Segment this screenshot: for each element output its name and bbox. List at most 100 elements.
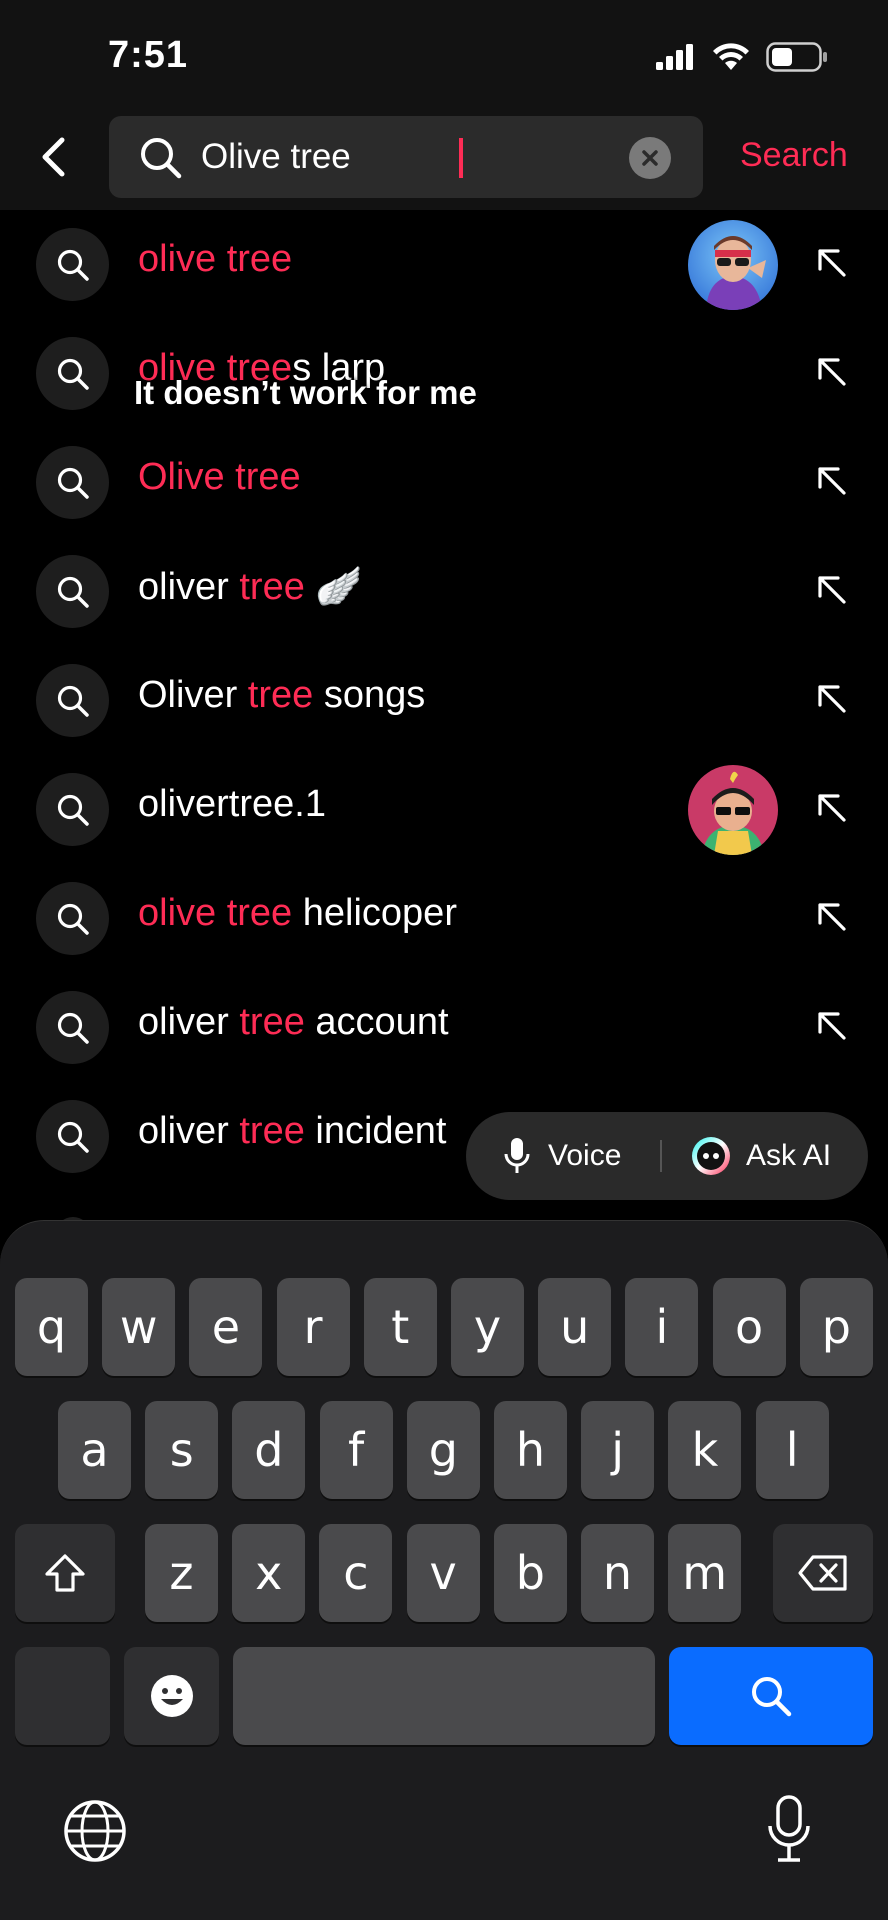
fill-query-arrow-icon[interactable] — [812, 570, 852, 610]
fill-query-arrow-icon[interactable] — [812, 352, 852, 392]
suggestion-row[interactable]: oliver tree 🪽 — [0, 537, 888, 646]
backspace-icon — [798, 1555, 847, 1591]
fill-query-arrow-icon[interactable] — [812, 679, 852, 719]
key-n[interactable]: n — [581, 1524, 654, 1622]
close-icon — [642, 150, 658, 166]
chevron-left-icon — [42, 137, 65, 177]
suggestion-text-segment: olivertree.1 — [138, 783, 326, 825]
key-z[interactable]: z — [145, 1524, 218, 1622]
fill-query-arrow-icon[interactable] — [812, 788, 852, 828]
search-header: Search — [0, 112, 888, 210]
suggestion-search-icon — [36, 555, 109, 628]
clear-search-button[interactable] — [629, 137, 671, 179]
key-x[interactable]: x — [232, 1524, 306, 1622]
key-e[interactable]: e — [189, 1278, 263, 1376]
suggestion-text: olive tree — [138, 238, 292, 281]
suggestion-row[interactable]: Oliver tree songs — [0, 646, 888, 755]
status-icons — [656, 42, 828, 72]
dictation-microphone-icon[interactable] — [764, 1794, 814, 1864]
keyboard-search-key[interactable] — [669, 1647, 873, 1745]
search-submit-button[interactable]: Search — [740, 136, 848, 175]
suggestion-search-icon — [36, 228, 109, 301]
suggestion-text-segment: 🪽 — [304, 566, 363, 608]
suggestion-text: olivertree.1 — [138, 783, 326, 826]
suggestion-text-segment: helicoper — [292, 892, 457, 934]
account-avatar — [688, 220, 778, 310]
key-y[interactable]: y — [451, 1278, 524, 1376]
key-g[interactable]: g — [406, 1401, 480, 1499]
query-match-highlight: olive tree — [138, 892, 293, 934]
suggestion-search-icon — [36, 991, 109, 1064]
account-avatar — [688, 765, 778, 855]
cellular-signal-icon — [656, 44, 693, 70]
voice-label: Voice — [548, 1139, 622, 1172]
suggestion-text: oliver tree incident — [138, 1110, 446, 1153]
numbers-key[interactable] — [15, 1647, 110, 1745]
shift-icon — [45, 1554, 85, 1592]
key-f[interactable]: f — [319, 1401, 393, 1499]
fill-query-arrow-icon[interactable] — [812, 1006, 852, 1046]
fill-query-arrow-icon[interactable] — [812, 461, 852, 501]
globe-icon[interactable] — [62, 1798, 128, 1864]
suggestion-search-icon — [36, 337, 109, 410]
wifi-icon — [713, 43, 749, 70]
space-key[interactable] — [233, 1647, 655, 1745]
key-t[interactable]: t — [363, 1278, 437, 1376]
search-icon — [141, 138, 182, 179]
key-o[interactable]: o — [712, 1278, 786, 1376]
key-l[interactable]: l — [755, 1401, 829, 1499]
suggestion-row[interactable]: olive tree — [0, 210, 888, 319]
shift-key[interactable] — [15, 1524, 115, 1622]
suggestion-row[interactable]: olivertree.1 — [0, 755, 888, 864]
suggestion-text-segment: incident — [304, 1110, 447, 1152]
microphone-icon — [504, 1138, 530, 1173]
key-a[interactable]: a — [58, 1401, 131, 1499]
emoji-key[interactable] — [124, 1647, 219, 1745]
suggestion-text: Oliver tree songs — [138, 674, 425, 717]
key-h[interactable]: h — [494, 1401, 567, 1499]
key-b[interactable]: b — [493, 1524, 567, 1622]
query-match-highlight: olive tree — [138, 238, 293, 280]
suggestion-text-segment: songs — [313, 674, 426, 716]
key-c[interactable]: c — [319, 1524, 393, 1622]
suggestion-row[interactable]: Olive tree — [0, 428, 888, 537]
key-d[interactable]: d — [232, 1401, 306, 1499]
ai-assistant-icon — [692, 1137, 730, 1175]
key-s[interactable]: s — [145, 1401, 219, 1499]
suggestion-row[interactable]: olive tree helicoper — [0, 864, 888, 973]
key-r[interactable]: r — [276, 1278, 350, 1376]
key-p[interactable]: p — [799, 1278, 873, 1376]
pill-divider — [660, 1140, 662, 1172]
onscreen-keyboard: qwertyuiop asdfghjkl zxcvbnm — [0, 1220, 888, 1920]
emoji-icon — [150, 1675, 193, 1717]
key-m[interactable]: m — [668, 1524, 742, 1622]
suggestion-text-segment: oliver — [138, 1110, 240, 1152]
key-v[interactable]: v — [406, 1524, 480, 1622]
fill-query-arrow-icon[interactable] — [812, 897, 852, 937]
suggestion-text-segment: Oliver — [138, 674, 248, 716]
suggestion-search-icon — [36, 1100, 109, 1173]
key-q[interactable]: q — [15, 1278, 88, 1376]
suggestion-text: oliver tree account — [138, 1001, 449, 1044]
search-input[interactable] — [201, 116, 621, 198]
ask-ai-button[interactable]: Ask AI — [690, 1132, 831, 1180]
back-button[interactable] — [30, 134, 76, 180]
overlay-caption: It doesn’t work for me — [134, 374, 477, 411]
key-u[interactable]: u — [538, 1278, 612, 1376]
query-match-highlight: tree — [239, 1110, 305, 1152]
suggestion-text-segment: account — [304, 1001, 449, 1043]
key-w[interactable]: w — [102, 1278, 176, 1376]
voice-search-button[interactable]: Voice — [502, 1132, 621, 1180]
suggestion-text: Olive tree — [138, 456, 301, 499]
search-icon — [752, 1677, 792, 1717]
status-bar: 7:51 — [0, 0, 888, 112]
fill-query-arrow-icon[interactable] — [812, 243, 852, 283]
key-k[interactable]: k — [668, 1401, 742, 1499]
key-i[interactable]: i — [625, 1278, 699, 1376]
suggestion-text-segment: oliver — [138, 1001, 240, 1043]
key-j[interactable]: j — [581, 1401, 655, 1499]
search-box[interactable] — [109, 116, 703, 198]
suggestion-row[interactable]: oliver tree account — [0, 973, 888, 1082]
battery-icon — [766, 42, 827, 72]
delete-key[interactable] — [773, 1524, 873, 1622]
